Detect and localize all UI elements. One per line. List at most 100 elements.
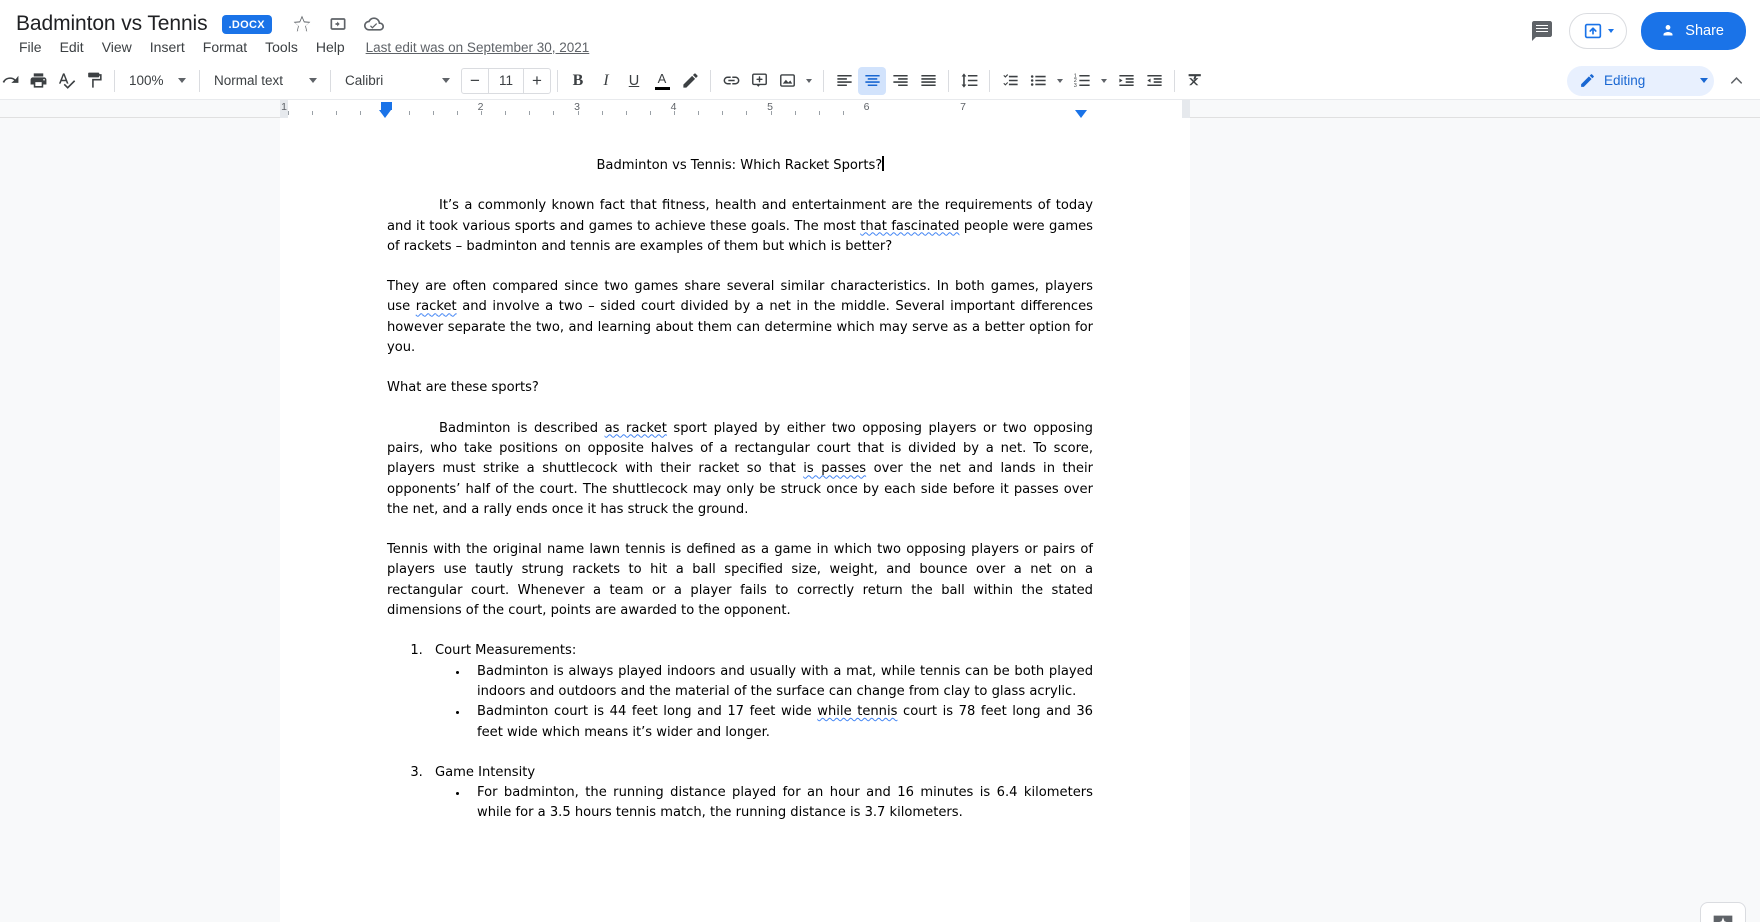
toolbar-divider — [989, 69, 990, 92]
numbered-list-icon[interactable]: 123 — [1068, 67, 1096, 95]
menu-bar: File Edit View Insert Format Tools Help … — [10, 36, 589, 58]
bulleted-list-icon[interactable] — [1024, 67, 1052, 95]
bullet-list[interactable]: Badminton is always played indoors and u… — [469, 662, 1093, 743]
ruler-tick — [505, 111, 507, 115]
toolbar-divider — [557, 69, 558, 92]
menu-view[interactable]: View — [93, 36, 141, 58]
first-line-indent-marker[interactable] — [381, 102, 392, 110]
ruler-number: 1 — [281, 101, 287, 113]
line-spacing-icon[interactable] — [955, 67, 983, 95]
menu-help[interactable]: Help — [307, 36, 354, 58]
paragraph-5[interactable]: Tennis with the original name lawn tenni… — [387, 540, 1093, 621]
paragraph-3[interactable]: What are these sports? — [387, 378, 1093, 398]
comment-history-icon[interactable] — [1529, 18, 1555, 44]
paragraph-1[interactable]: It’s a commonly known fact that fitness,… — [387, 196, 1093, 257]
decrease-font-size-button[interactable]: − — [462, 69, 488, 93]
misspelled-word[interactable]: is passes — [803, 461, 866, 476]
text-color-swatch — [654, 86, 670, 90]
font-size-input[interactable]: 11 — [488, 68, 524, 93]
move-to-folder-icon[interactable] — [328, 14, 348, 34]
font-family-value: Calibri — [345, 73, 384, 88]
ruler-tick — [794, 111, 796, 115]
present-dropdown-caret[interactable] — [1608, 29, 1615, 33]
document-title[interactable]: Badminton vs Tennis — [12, 10, 212, 38]
bullet-list[interactable]: For badminton, the running distance play… — [469, 783, 1093, 824]
paragraph-2[interactable]: They are often compared since two games … — [387, 277, 1093, 358]
present-button[interactable] — [1569, 13, 1628, 49]
editing-mode-dropdown[interactable]: Editing — [1567, 65, 1714, 96]
highlight-pen-icon[interactable] — [676, 67, 704, 95]
share-person-icon — [1663, 25, 1673, 36]
redo-icon[interactable] — [0, 67, 24, 95]
zoom-dropdown[interactable]: 100% — [121, 67, 193, 95]
font-family-dropdown[interactable]: Calibri — [337, 67, 457, 95]
image-options-caret[interactable] — [801, 67, 817, 95]
align-left-icon[interactable] — [830, 67, 858, 95]
bullet-item[interactable]: Badminton court is 44 feet long and 17 f… — [469, 702, 1093, 743]
toolbar-divider — [710, 69, 711, 92]
ruler-tick — [456, 111, 458, 115]
zoom-value: 100% — [129, 73, 164, 88]
chevron-up-icon[interactable] — [1722, 67, 1750, 95]
toolbar-divider — [199, 69, 200, 92]
menu-format[interactable]: Format — [194, 36, 256, 58]
clear-formatting-icon[interactable] — [1181, 67, 1209, 95]
chevron-down-icon — [1700, 78, 1708, 83]
left-indent-marker[interactable] — [379, 110, 391, 118]
ruler-right-margin[interactable] — [1182, 100, 1190, 118]
toolbar-divider — [823, 69, 824, 92]
text-color-button[interactable]: A — [648, 67, 676, 95]
align-right-icon[interactable] — [886, 67, 914, 95]
align-center-icon[interactable] — [858, 66, 886, 95]
list-spacer — [427, 743, 1093, 763]
numbered-list[interactable]: Court Measurements: Badminton is always p… — [427, 641, 1093, 823]
right-indent-marker[interactable] — [1075, 110, 1087, 118]
menu-edit[interactable]: Edit — [51, 36, 93, 58]
cloud-saved-icon[interactable] — [363, 14, 384, 34]
misspelled-word[interactable]: that fascinated — [860, 219, 959, 234]
menu-insert[interactable]: Insert — [141, 36, 194, 58]
checklist-icon[interactable] — [996, 67, 1024, 95]
toolbar-divider — [114, 69, 115, 92]
ruler-tick — [625, 111, 627, 115]
list-item[interactable]: Game Intensity For badminton, the running… — [427, 763, 1093, 824]
misspelled-word[interactable]: while tennis — [817, 704, 897, 719]
bulleted-list-caret[interactable] — [1052, 67, 1068, 95]
bullet-item[interactable]: For badminton, the running distance play… — [469, 783, 1093, 824]
misspelled-word[interactable]: racket — [416, 299, 457, 314]
document-page[interactable]: Badminton vs Tennis: Which Racket Sports… — [280, 118, 1190, 922]
spellcheck-icon[interactable] — [52, 67, 80, 95]
list-item[interactable]: Court Measurements: Badminton is always p… — [427, 641, 1093, 742]
menu-tools[interactable]: Tools — [256, 36, 307, 58]
align-justify-icon[interactable] — [914, 67, 942, 95]
insert-image-icon[interactable] — [773, 67, 801, 95]
menu-file[interactable]: File — [10, 36, 51, 58]
paragraph-style-dropdown[interactable]: Normal text — [206, 67, 324, 95]
star-outline-icon[interactable] — [292, 14, 312, 34]
underline-button[interactable]: U — [620, 67, 648, 95]
document-heading[interactable]: Badminton vs Tennis: Which Racket Sports… — [387, 156, 1093, 176]
chevron-down-icon — [442, 78, 450, 83]
increase-font-size-button[interactable]: + — [524, 69, 550, 93]
ruler-tick — [746, 111, 748, 115]
numbered-list-caret[interactable] — [1096, 67, 1112, 95]
paragraph-4[interactable]: Badminton is described as racket sport p… — [387, 419, 1093, 520]
toolbar-divider — [948, 69, 949, 92]
bold-button[interactable]: B — [564, 67, 592, 95]
explore-button[interactable] — [1700, 902, 1746, 922]
last-edit-link[interactable]: Last edit was on September 30, 2021 — [366, 40, 590, 55]
print-icon[interactable] — [24, 67, 52, 95]
ruler-tick — [529, 111, 531, 115]
horizontal-ruler[interactable]: 11234567 — [280, 100, 1190, 118]
decrease-indent-icon[interactable] — [1112, 67, 1140, 95]
ruler-tick — [312, 111, 314, 115]
bullet-item[interactable]: Badminton is always played indoors and u… — [469, 662, 1093, 703]
increase-indent-icon[interactable] — [1140, 67, 1168, 95]
misspelled-word[interactable]: as racket — [605, 421, 667, 436]
paint-format-icon[interactable] — [80, 67, 108, 95]
italic-button[interactable]: I — [592, 67, 620, 95]
share-button[interactable]: Share — [1641, 12, 1746, 50]
insert-link-icon[interactable] — [717, 67, 745, 95]
add-comment-icon[interactable] — [745, 67, 773, 95]
